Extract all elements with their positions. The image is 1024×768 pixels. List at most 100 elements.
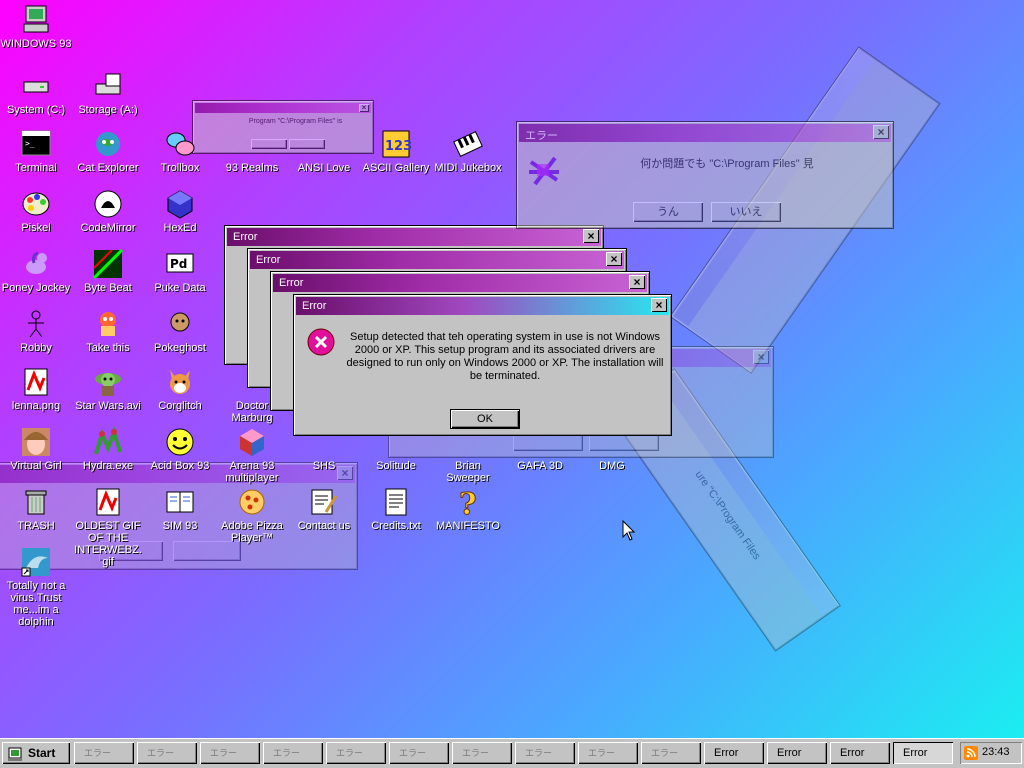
desktop-icon-credits[interactable]: Credits.txt (360, 486, 432, 532)
task-button[interactable]: Error (704, 742, 764, 764)
desktop-icon-manifesto[interactable]: ? MANIFESTO (432, 486, 504, 533)
task-button[interactable]: Error (767, 742, 827, 764)
task-button[interactable]: Error (830, 742, 890, 764)
close-icon[interactable]: × (651, 298, 667, 312)
task-button[interactable]: エラー (389, 742, 449, 764)
close-icon[interactable]: × (753, 350, 769, 364)
computer-icon (20, 4, 52, 36)
close-icon[interactable]: × (629, 275, 645, 289)
close-icon[interactable]: × (606, 252, 622, 266)
task-button[interactable]: エラー (578, 742, 638, 764)
terminal-icon: >_ (20, 128, 52, 160)
desktop-icon-windows93[interactable]: WINDOWS 93 (0, 4, 72, 50)
desktop-icon-system-c[interactable]: System (C:) (0, 70, 72, 116)
mouse-cursor-icon (622, 519, 636, 542)
question-icon: ? (452, 486, 484, 519)
close-icon[interactable]: × (873, 125, 889, 139)
desktop: ure "C:\Program Files × × × Program "C:\… (0, 0, 1024, 738)
jp-no-button[interactable]: いいえ (711, 202, 781, 222)
realms-icon (236, 128, 268, 160)
task-button[interactable]: エラー (326, 742, 386, 764)
desktop-icon-ascii-gallery[interactable]: 123 ASCII Gallery (360, 128, 432, 174)
cat-globe-icon (92, 128, 124, 160)
jp-error-window[interactable]: エラー × 何か問題でも "C:\Program Files" 見 うん いいえ (516, 121, 894, 229)
ok-button[interactable]: OK (450, 409, 520, 429)
svg-text:?: ? (459, 487, 477, 518)
desktop-icon-cat-explorer[interactable]: Cat Explorer (72, 128, 144, 174)
error-message: Setup detected that teh operating system… (346, 331, 664, 382)
desktop-icon-sim-93[interactable]: SIM 93 (144, 486, 216, 532)
desktop-icon-robby[interactable]: Robby (0, 308, 72, 354)
close-icon[interactable]: × (583, 229, 599, 243)
codemirror-icon (92, 188, 124, 220)
pizza-icon (236, 486, 268, 518)
palette-icon (20, 188, 52, 220)
task-button[interactable]: エラー (515, 742, 575, 764)
task-button[interactable]: エラー (200, 742, 260, 764)
stick-figure-icon (20, 308, 52, 340)
desktop-icon-poney-jockey[interactable]: Poney Jockey (0, 248, 72, 294)
desktop-icon-93-realms[interactable]: 93 Realms (216, 128, 288, 174)
clock: 23:43 (982, 746, 1010, 758)
yoda-icon (92, 366, 124, 398)
desktop-icon-puke-data[interactable]: Pd Puke Data (144, 248, 216, 294)
desktop-icon-take-this[interactable]: Take this (72, 308, 144, 354)
desktop-icon-midi-jukebox[interactable]: MIDI Jukebox (432, 128, 504, 174)
desktop-icon-corglitch[interactable]: Corglitch (144, 366, 216, 412)
desktop-icon-star-wars[interactable]: Star Wars.avi (72, 366, 144, 412)
floppy-drive-icon (92, 70, 124, 102)
start-button[interactable]: Start (2, 742, 70, 764)
piano-icon (452, 128, 484, 160)
desktop-icon-terminal[interactable]: >_ Terminal (0, 128, 72, 174)
close-icon[interactable]: × (359, 104, 369, 112)
desktop-icon-dolphin[interactable]: Totally not a virus.Trust me...im a dolp… (0, 546, 72, 628)
pokeghost-icon (164, 308, 196, 340)
sim-book-icon (164, 486, 196, 518)
task-button[interactable]: エラー (137, 742, 197, 764)
main-error-window[interactable]: Error × Setup detected that teh operatin… (293, 294, 672, 436)
taskbar: Start エラー エラー エラー エラー エラー エラー エラー エラー エラ… (0, 738, 1024, 768)
desktop-icon-lenna[interactable]: lenna.png (0, 366, 72, 412)
desktop-icon-storage-a[interactable]: Storage (A:) (72, 70, 144, 116)
task-button[interactable]: エラー (641, 742, 701, 764)
arena-cube-icon (236, 426, 268, 458)
trash-icon (20, 486, 52, 518)
small-ghost-text: Program "C:\Program Files" is (248, 118, 343, 125)
desktop-icon-codemirror[interactable]: CodeMirror (72, 188, 144, 234)
rss-icon[interactable] (964, 746, 978, 760)
desktop-icon-hydra[interactable]: Hydra.exe (72, 426, 144, 472)
desktop-icon-piskel[interactable]: Piskel (0, 188, 72, 234)
cube-icon (164, 188, 196, 220)
corgi-icon (164, 366, 196, 398)
desktop-icon-pokeghost[interactable]: Pokeghost (144, 308, 216, 354)
desktop-icon-byte-beat[interactable]: Byte Beat (72, 248, 144, 294)
error-x-icon (306, 327, 336, 357)
svg-text:>_: >_ (25, 139, 35, 148)
desktop-icon-contact-us[interactable]: Contact us (288, 486, 360, 532)
task-button[interactable]: エラー (74, 742, 134, 764)
jp-yes-button[interactable]: うん (633, 202, 703, 222)
desktop-icon-arena-93[interactable]: Arena 93 multiplayer (216, 426, 288, 484)
chat-bubbles-icon (164, 128, 196, 160)
desktop-icon-trollbox[interactable]: Trollbox (144, 128, 216, 174)
desktop-icon-oldest-gif[interactable]: OLDEST GIF OF THE INTERWEBZ.gif (72, 486, 144, 568)
task-button[interactable]: エラー (263, 742, 323, 764)
glitch-icon (527, 154, 561, 188)
hydra-icon (92, 426, 124, 458)
face-icon (20, 426, 52, 458)
creature-icon (92, 308, 124, 340)
pd-icon: Pd (164, 248, 196, 280)
desktop-icon-adobe-pizza[interactable]: Adobe Pizza Player™ (216, 486, 288, 544)
task-button-active[interactable]: Error (893, 742, 953, 764)
svg-text:Pd: Pd (170, 257, 187, 271)
ansi-icon (308, 128, 340, 160)
desktop-icon-hexed[interactable]: HexEd (144, 188, 216, 234)
task-button[interactable]: エラー (452, 742, 512, 764)
desktop-icon-acid-box[interactable]: Acid Box 93 (144, 426, 216, 472)
contact-icon (308, 486, 340, 518)
system-tray: 23:43 (960, 742, 1022, 764)
desktop-icon-virtual-girl[interactable]: Virtual Girl (0, 426, 72, 472)
desktop-icon-ansi-love[interactable]: ANSI Love (288, 128, 360, 174)
smiley-icon (164, 426, 196, 458)
desktop-icon-trash[interactable]: TRASH (0, 486, 72, 532)
